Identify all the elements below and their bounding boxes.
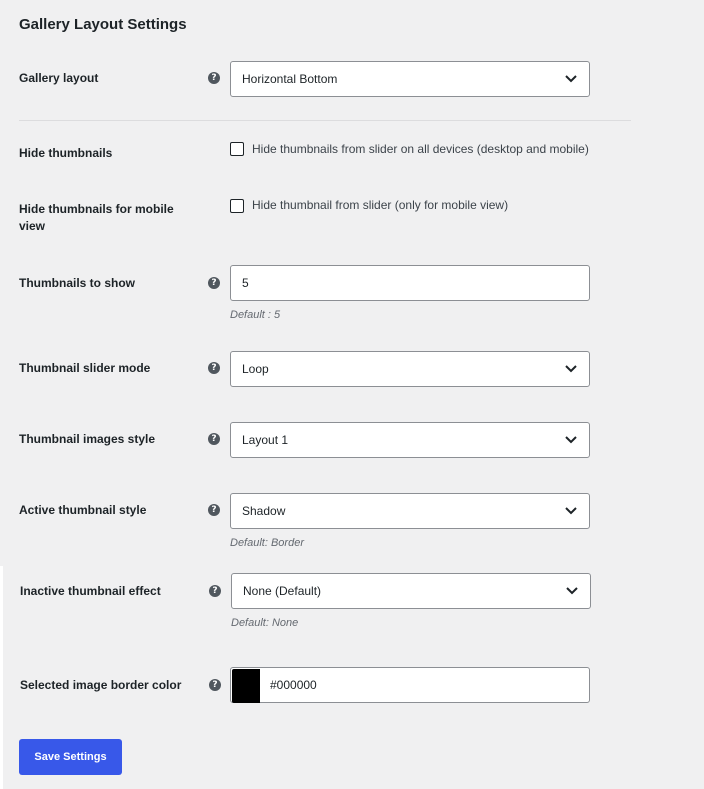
- thumbnails-to-show-input[interactable]: 5: [230, 265, 590, 301]
- help-icon[interactable]: ?: [208, 277, 220, 289]
- gallery-layout-label: Gallery layout: [19, 71, 99, 85]
- label-line: view: [19, 219, 46, 233]
- help-icon[interactable]: ?: [208, 72, 220, 84]
- thumbnails-to-show-value: 5: [242, 276, 249, 290]
- hide-thumbnails-mobile-label: Hide thumbnails for mobile view: [19, 201, 174, 235]
- gallery-layout-select[interactable]: Horizontal Bottom: [230, 61, 590, 97]
- color-swatch[interactable]: [232, 669, 260, 703]
- help-icon[interactable]: ?: [209, 585, 221, 597]
- thumbnail-slider-mode-value: Loop: [242, 362, 269, 376]
- active-thumbnail-style-select[interactable]: Shadow: [230, 493, 590, 529]
- chevron-down-icon: [565, 507, 577, 515]
- color-value-input[interactable]: #000000: [270, 678, 317, 692]
- inactive-thumbnail-effect-label: Inactive thumbnail effect: [20, 584, 161, 598]
- thumbnail-images-style-value: Layout 1: [242, 433, 289, 447]
- inactive-thumbnail-effect-select[interactable]: None (Default): [231, 573, 591, 609]
- hide-thumbnails-mobile-checkbox-label[interactable]: Hide thumbnail from slider (only for mob…: [252, 198, 508, 212]
- inactive-thumbnail-effect-hint: Default: None: [231, 617, 299, 629]
- section-title: Gallery Layout Settings: [19, 16, 187, 33]
- selected-image-border-color-label: Selected image border color: [20, 678, 182, 692]
- active-thumbnail-style-hint: Default: Border: [230, 537, 304, 549]
- thumbnail-images-style-label: Thumbnail images style: [19, 432, 156, 446]
- thumbnails-to-show-label: Thumbnails to show: [19, 276, 135, 290]
- hide-thumbnails-checkbox-label[interactable]: Hide thumbnails from slider on all devic…: [252, 142, 589, 156]
- gallery-layout-value: Horizontal Bottom: [242, 72, 338, 86]
- inactive-thumbnail-effect-value: None (Default): [243, 584, 322, 598]
- hide-thumbnails-checkbox[interactable]: [230, 142, 244, 156]
- thumbnails-to-show-hint: Default : 5: [230, 309, 281, 321]
- label-line: Hide thumbnails for mobile: [19, 202, 174, 216]
- divider: [19, 120, 631, 121]
- chevron-down-icon: [566, 587, 578, 595]
- help-icon[interactable]: ?: [208, 362, 220, 374]
- hide-thumbnails-label: Hide thumbnails: [19, 146, 113, 160]
- color-picker[interactable]: #000000: [230, 667, 590, 703]
- chevron-down-icon: [565, 365, 577, 373]
- help-icon[interactable]: ?: [208, 433, 220, 445]
- hide-thumbnails-mobile-checkbox[interactable]: [230, 199, 244, 213]
- thumbnail-slider-mode-label: Thumbnail slider mode: [19, 361, 151, 375]
- chevron-down-icon: [565, 436, 577, 444]
- thumbnail-slider-mode-select[interactable]: Loop: [230, 351, 590, 387]
- help-icon[interactable]: ?: [209, 679, 221, 691]
- thumbnail-images-style-select[interactable]: Layout 1: [230, 422, 590, 458]
- chevron-down-icon: [565, 75, 577, 83]
- save-settings-button[interactable]: Save Settings: [19, 739, 122, 775]
- active-thumbnail-style-value: Shadow: [242, 504, 286, 518]
- active-thumbnail-style-label: Active thumbnail style: [19, 503, 147, 517]
- help-icon[interactable]: ?: [208, 504, 220, 516]
